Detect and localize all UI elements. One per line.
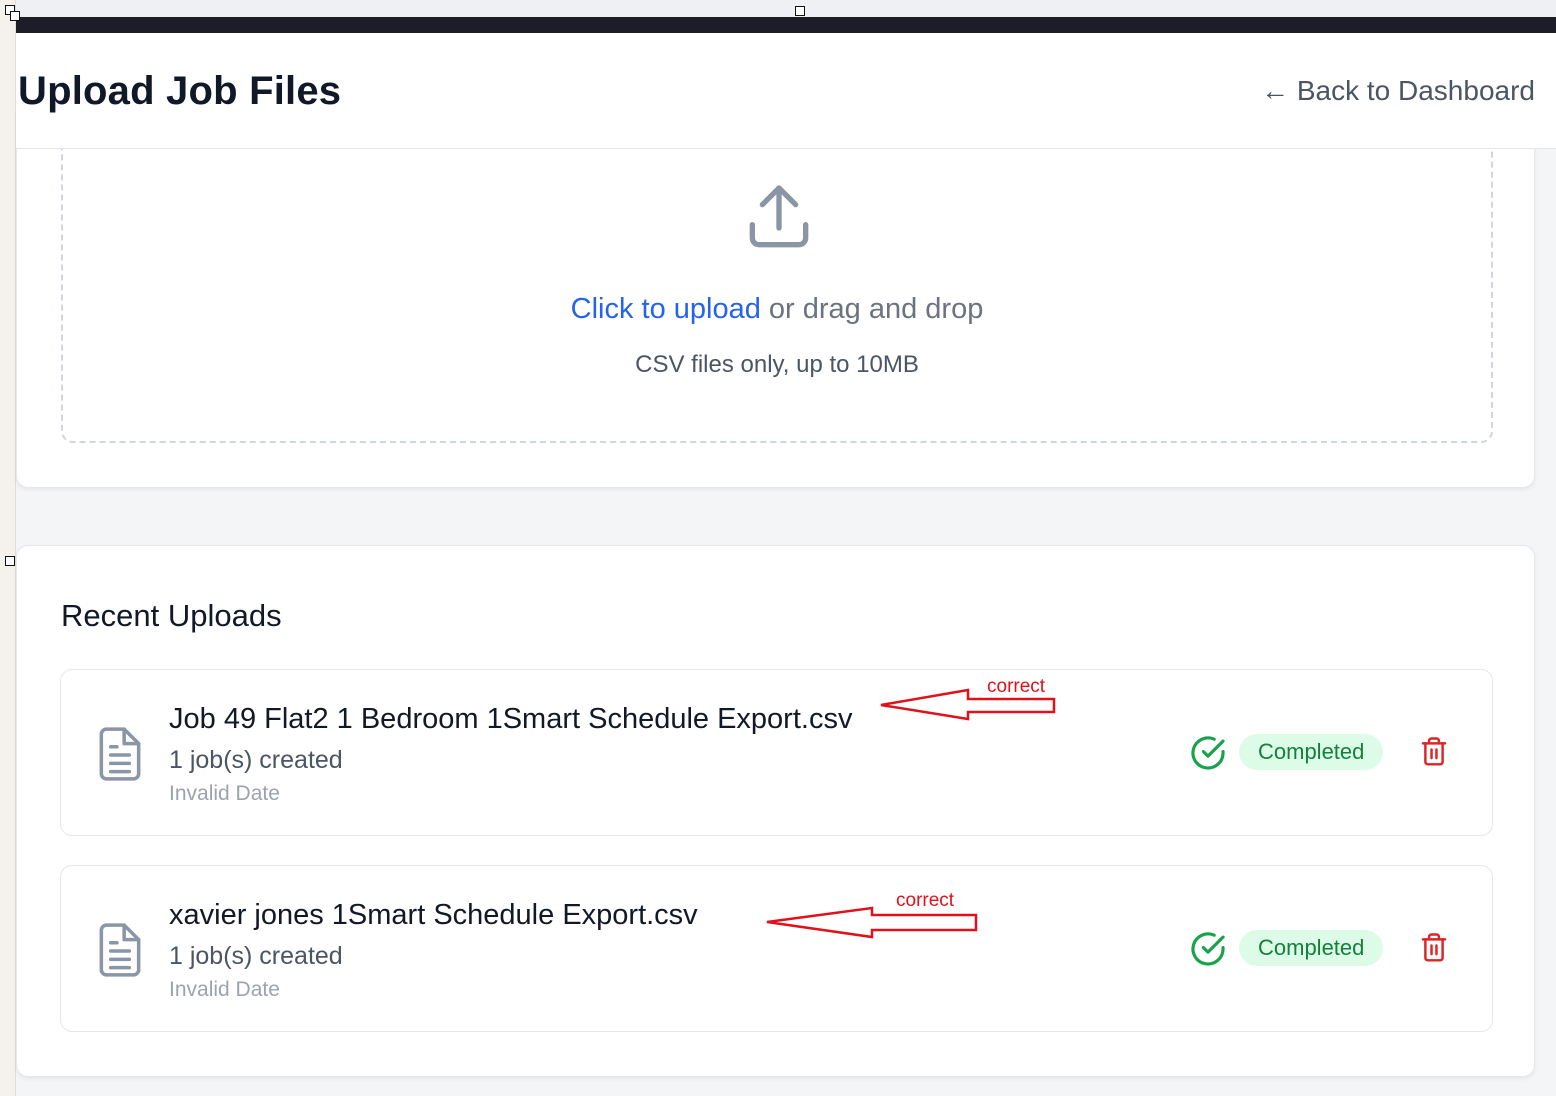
trash-icon[interactable] xyxy=(1419,932,1449,964)
check-circle-icon xyxy=(1189,734,1227,777)
upload-instructions: Click to upload or drag and drop xyxy=(63,293,1491,326)
page-header: Upload Job Files ← Back to Dashboard xyxy=(16,33,1556,149)
upload-date: Invalid Date xyxy=(169,782,280,805)
page-title: Upload Job Files xyxy=(18,69,342,113)
jobs-created-count: 1 job(s) created xyxy=(169,942,343,970)
upload-dropzone[interactable]: Click to upload or drag and drop CSV fil… xyxy=(61,110,1493,443)
check-circle-icon xyxy=(1189,930,1227,973)
top-dark-bar xyxy=(16,17,1556,33)
file-name: xavier jones 1Smart Schedule Export.csv xyxy=(169,899,698,931)
recent-uploads-title: Recent Uploads xyxy=(61,598,282,633)
drag-drop-text: or drag and drop xyxy=(760,293,984,325)
file-document-icon xyxy=(95,922,145,983)
back-to-dashboard-link[interactable]: ← Back to Dashboard xyxy=(1261,75,1535,107)
upload-hint: CSV files only, up to 10MB xyxy=(635,351,919,378)
selection-handle-top-center[interactable] xyxy=(795,6,805,16)
upload-card: Click to upload or drag and drop CSV fil… xyxy=(16,110,1535,488)
file-name: Job 49 Flat2 1 Bedroom 1Smart Schedule E… xyxy=(169,703,853,735)
selection-handle-top-left-inner[interactable] xyxy=(10,11,20,21)
click-to-upload-link[interactable]: Click to upload xyxy=(571,293,761,325)
file-document-icon xyxy=(95,726,145,787)
trash-icon[interactable] xyxy=(1419,736,1449,768)
status-badge: Completed xyxy=(1239,734,1384,770)
annotation-label: correct xyxy=(896,890,955,911)
editor-gutter xyxy=(0,0,16,1096)
upload-row: Job 49 Flat2 1 Bedroom 1Smart Schedule E… xyxy=(60,669,1493,836)
annotation-label: correct xyxy=(987,676,1046,697)
status-badge: Completed xyxy=(1239,930,1384,966)
upload-icon xyxy=(739,178,819,263)
recent-uploads-card: Recent Uploads Job 49 Flat2 1 Bedroom 1S… xyxy=(16,545,1535,1077)
window-top-strip xyxy=(0,0,1556,17)
upload-date: Invalid Date xyxy=(169,978,280,1001)
selection-handle-middle-left[interactable] xyxy=(5,556,15,566)
upload-row: xavier jones 1Smart Schedule Export.csv … xyxy=(60,865,1493,1032)
jobs-created-count: 1 job(s) created xyxy=(169,746,343,774)
